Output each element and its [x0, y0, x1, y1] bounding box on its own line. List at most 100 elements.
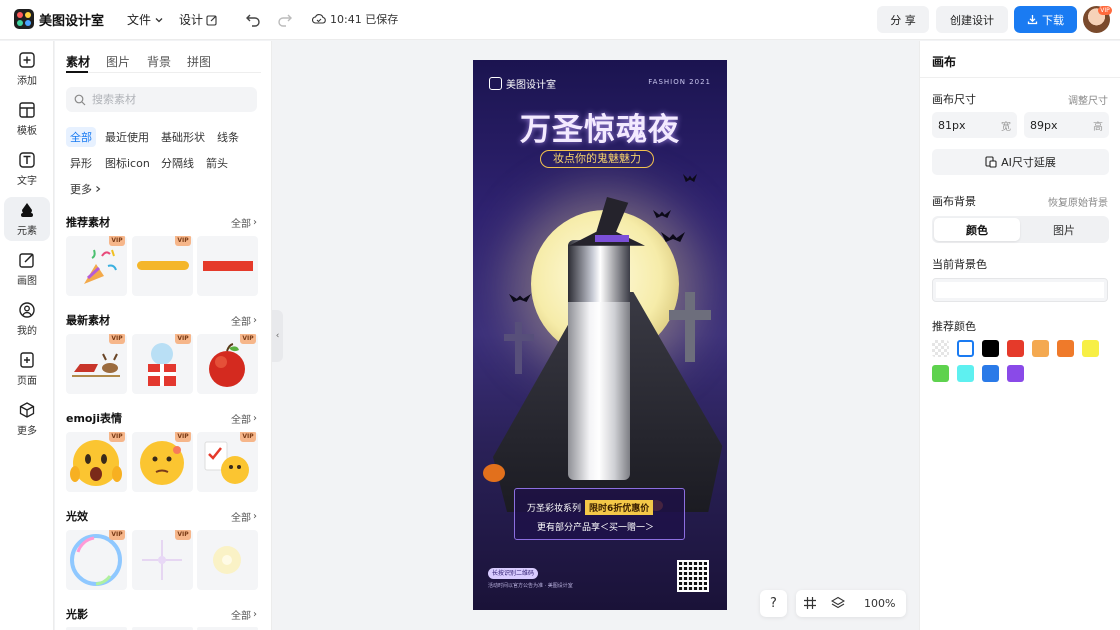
chip-irregular[interactable]: 异形: [66, 153, 96, 173]
grid-icon[interactable]: [803, 596, 817, 610]
chip-arrows[interactable]: 箭头: [202, 153, 232, 173]
tab-collage[interactable]: 拼图: [187, 53, 211, 70]
section-all-recommended[interactable]: 全部 ›: [231, 215, 257, 230]
asset-thumb[interactable]: VIP: [197, 432, 258, 492]
see-all-label: 全部: [231, 219, 251, 230]
logo-icon: [14, 9, 34, 29]
chevron-down-icon: [155, 17, 163, 22]
tab-images[interactable]: 图片: [106, 53, 130, 70]
color-swatch[interactable]: [932, 365, 949, 382]
color-swatch[interactable]: [1007, 340, 1024, 357]
poster-brand: 美图设计室: [489, 76, 556, 91]
share-button[interactable]: 分 享: [877, 6, 929, 33]
section-all-newest[interactable]: 全部 ›: [231, 313, 257, 328]
rail-item-add[interactable]: 添加: [4, 47, 50, 91]
asset-thumb[interactable]: VIP: [66, 334, 127, 394]
file-menu[interactable]: 文件: [127, 11, 164, 28]
layout-icon: [19, 102, 35, 118]
promo-line-1: 万圣彩妆系列 限时6折优惠价: [527, 500, 654, 515]
current-bg-color-field[interactable]: [932, 278, 1108, 302]
rail-item-templates[interactable]: 模板: [4, 97, 50, 141]
design-menu[interactable]: 设计: [179, 11, 218, 28]
collapse-panel-button[interactable]: ‹: [272, 310, 283, 362]
chip-recent[interactable]: 最近使用: [101, 127, 153, 147]
asset-thumb[interactable]: [197, 530, 258, 590]
asset-search[interactable]: [66, 87, 257, 112]
gravestone-cross: [685, 292, 695, 362]
color-swatch[interactable]: [1082, 340, 1099, 357]
layers-icon[interactable]: [830, 596, 846, 610]
tab-backgrounds[interactable]: 背景: [147, 53, 171, 70]
chip-dividers[interactable]: 分隔线: [157, 153, 198, 173]
witch-hat-band: [595, 235, 629, 242]
color-swatch[interactable]: [932, 340, 949, 357]
poster-brand-text: 美图设计室: [506, 80, 556, 91]
color-swatch[interactable]: [982, 365, 999, 382]
asset-thumb[interactable]: VIP: [132, 236, 193, 296]
chip-icons[interactable]: 图标icon: [101, 153, 154, 173]
asset-thumb[interactable]: VIP: [132, 334, 193, 394]
section-all-light-shadow[interactable]: 全部 ›: [231, 607, 257, 622]
asset-panel: 素材 图片 背景 拼图 全部 最近使用 基础形状 线条 异形 图标icon 分隔…: [55, 41, 272, 630]
asset-thumb[interactable]: VIP: [132, 530, 193, 590]
chevron-right-icon: ›: [253, 609, 257, 620]
canvas-size-label: 画布尺寸: [932, 93, 976, 106]
color-swatch[interactable]: [1007, 365, 1024, 382]
app-logo[interactable]: 美图设计室: [14, 9, 104, 29]
design-canvas[interactable]: 美图设计室 FASHION 2021 万圣惊魂夜 妆点你的鬼魅魅力 万圣彩妆系列…: [473, 60, 727, 610]
section-all-light-effects[interactable]: 全部 ›: [231, 509, 257, 524]
tab-assets[interactable]: 素材: [66, 53, 90, 70]
color-swatch[interactable]: [1057, 340, 1074, 357]
color-swatch[interactable]: [1032, 340, 1049, 357]
search-input[interactable]: [92, 93, 242, 106]
pen-edit-icon: [19, 253, 34, 268]
asset-thumb[interactable]: [197, 236, 258, 296]
chip-more[interactable]: 更多: [66, 179, 106, 199]
asset-thumb[interactable]: VIP: [66, 236, 127, 296]
vip-badge: VIP: [109, 432, 125, 442]
resize-link[interactable]: 调整尺寸: [1068, 92, 1108, 107]
reset-bg-link[interactable]: 恢复原始背景: [1048, 194, 1108, 209]
asset-thumb[interactable]: VIP: [66, 432, 127, 492]
rail-item-text[interactable]: 文字: [4, 147, 50, 191]
see-all-label: 全部: [231, 513, 251, 524]
ai-resize-button[interactable]: AI尺寸延展: [932, 149, 1109, 175]
color-swatch[interactable]: [957, 365, 974, 382]
rail-item-pages[interactable]: 页面: [4, 347, 50, 391]
create-design-button[interactable]: 创建设计: [936, 6, 1008, 33]
rail-item-elements[interactable]: 元素: [4, 197, 50, 241]
active-tab-indicator: [66, 71, 88, 73]
asset-thumb[interactable]: VIP: [132, 432, 193, 492]
rail-item-mine[interactable]: 我的: [4, 297, 50, 341]
rail-item-draw[interactable]: 画图: [4, 247, 50, 291]
vip-badge: VIP: [109, 334, 125, 344]
rail-label: 我的: [17, 326, 37, 337]
asset-thumb[interactable]: VIP: [66, 530, 127, 590]
zoom-level[interactable]: 100%: [864, 597, 895, 610]
help-button[interactable]: ?: [760, 590, 787, 617]
undo-icon[interactable]: [244, 10, 262, 28]
current-bg-label: 当前背景色: [932, 258, 987, 271]
pumpkin-icon: [483, 464, 505, 482]
promo-box: 万圣彩妆系列 限时6折优惠价 更有部分产品享＜买一赠一＞: [514, 488, 685, 540]
color-swatch[interactable]: [982, 340, 999, 357]
height-unit: 高: [1093, 121, 1103, 133]
chip-lines[interactable]: 线条: [213, 127, 243, 147]
height-field[interactable]: 89px 高: [1024, 112, 1109, 138]
promo-series: 万圣彩妆系列: [527, 504, 582, 514]
color-swatch[interactable]: [957, 340, 974, 357]
seg-image[interactable]: 图片: [1021, 218, 1107, 241]
section-all-emoji[interactable]: 全部 ›: [231, 411, 257, 426]
poster-fine-print: 活动时间以官方公告为准 · 美图设计室: [488, 583, 573, 589]
width-field[interactable]: 81px 宽: [932, 112, 1017, 138]
section-title-emoji: emoji表情: [66, 412, 123, 425]
seg-color[interactable]: 颜色: [934, 218, 1020, 241]
chip-basic-shapes[interactable]: 基础形状: [157, 127, 209, 147]
bat-icon: [509, 294, 531, 302]
asset-thumb[interactable]: VIP: [197, 334, 258, 394]
download-label: 下载: [1042, 13, 1064, 27]
chip-all[interactable]: 全部: [66, 127, 96, 147]
download-button[interactable]: 下载: [1014, 6, 1077, 33]
rail-item-more[interactable]: 更多: [4, 397, 50, 441]
redo-icon[interactable]: [276, 10, 294, 28]
